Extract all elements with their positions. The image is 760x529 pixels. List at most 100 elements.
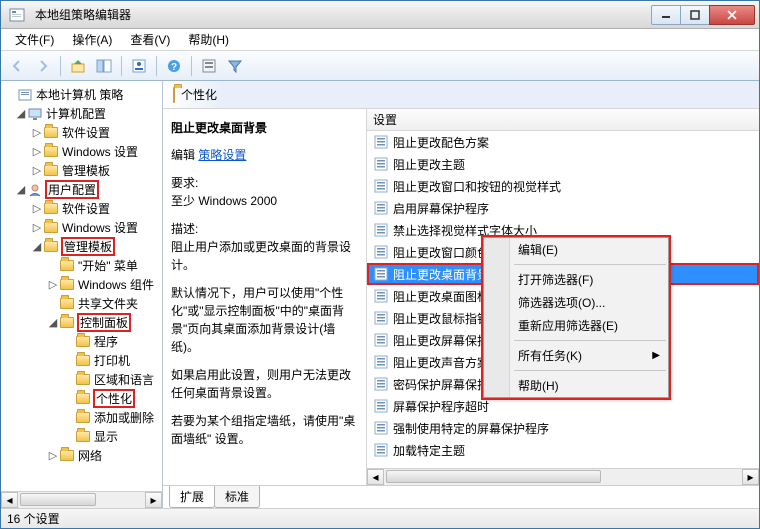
cm-reapply-filter[interactable]: 重新应用筛选器(E) <box>484 314 668 337</box>
tree-windows-components[interactable]: ▷Windows 组件 <box>1 275 162 294</box>
folder-icon <box>59 258 75 274</box>
list-row-label: 阻止更改鼠标指针 <box>393 310 489 327</box>
policy-tree[interactable]: 本地计算机 策略 ◢计算机配置 ▷软件设置 ▷Windows 设置 ▷管理模板 … <box>1 81 162 491</box>
tree-admin-templates[interactable]: ▷管理模板 <box>1 161 162 180</box>
tree-horizontal-scrollbar[interactable]: ◂ ▸ <box>1 491 162 508</box>
menu-help[interactable]: 帮助(H) <box>180 29 237 50</box>
forward-button[interactable] <box>31 54 55 78</box>
tree-programs[interactable]: 程序 <box>1 332 162 351</box>
folder-icon <box>43 201 59 217</box>
list-horizontal-scrollbar[interactable]: ◂ ▸ <box>367 468 759 485</box>
edit-label: 编辑 <box>171 148 195 162</box>
list-row-label: 阻止更改桌面背景 <box>393 266 489 283</box>
minimize-button[interactable] <box>651 5 681 25</box>
tree-network[interactable]: ▷网络 <box>1 446 162 465</box>
list-row[interactable]: 阻止更改主题 <box>367 153 759 175</box>
policy-setting-link[interactable]: 策略设置 <box>198 148 246 162</box>
tree-windows-settings2[interactable]: ▷Windows 设置 <box>1 218 162 237</box>
tree-software-settings2[interactable]: ▷软件设置 <box>1 199 162 218</box>
back-button[interactable] <box>5 54 29 78</box>
list-row[interactable]: 屏幕保护程序超时 <box>367 395 759 417</box>
setting-item-icon <box>373 354 389 370</box>
folder-icon <box>75 410 91 426</box>
tree-personalization[interactable]: 个性化 <box>1 389 162 408</box>
folder-icon <box>75 429 91 445</box>
list-row[interactable]: 强制使用特定的屏幕保护程序 <box>367 417 759 439</box>
tab-extended[interactable]: 扩展 <box>169 486 215 508</box>
menu-view[interactable]: 查看(V) <box>122 29 178 50</box>
requirements-label: 要求: <box>171 176 198 190</box>
tree-control-panel[interactable]: ◢控制面板 <box>1 313 162 332</box>
list-row[interactable]: 阻止更改配色方案 <box>367 131 759 153</box>
list-row[interactable]: 启用屏幕保护程序 <box>367 197 759 219</box>
chevron-right-icon: ▶ <box>652 350 660 361</box>
tree-pane: 本地计算机 策略 ◢计算机配置 ▷软件设置 ▷Windows 设置 ▷管理模板 … <box>1 81 163 508</box>
folder-icon <box>59 296 75 312</box>
scroll-right-button[interactable]: ▸ <box>742 469 759 485</box>
tree-display[interactable]: 显示 <box>1 427 162 446</box>
list-row-label: 强制使用特定的屏幕保护程序 <box>393 420 549 437</box>
show-hide-tree-button[interactable] <box>92 54 116 78</box>
folder-icon <box>75 372 91 388</box>
cm-filter-options[interactable]: 筛选器选项(O)... <box>484 291 668 314</box>
svg-text:?: ? <box>171 62 177 73</box>
tree-software-settings[interactable]: ▷软件设置 <box>1 123 162 142</box>
titlebar: 本地组策略编辑器 <box>1 1 759 29</box>
menubar: 文件(F) 操作(A) 查看(V) 帮助(H) <box>1 29 759 51</box>
window-title: 本地组策略编辑器 <box>33 6 652 23</box>
tree-user-config[interactable]: ◢用户配置 <box>1 180 162 199</box>
tab-standard[interactable]: 标准 <box>214 486 260 508</box>
setting-item-icon <box>373 134 389 150</box>
close-button[interactable] <box>709 5 755 25</box>
list-row-label: 阻止更改窗口和按钮的视觉样式 <box>393 178 561 195</box>
folder-icon <box>59 448 75 464</box>
cm-open-filter[interactable]: 打开筛选器(F) <box>484 268 668 291</box>
tree-admin-templates2[interactable]: ◢管理模板 <box>1 237 162 256</box>
setting-item-icon <box>373 398 389 414</box>
maximize-button[interactable] <box>680 5 710 25</box>
requirements-text: 至少 Windows 2000 <box>171 194 277 208</box>
tree-region[interactable]: 区域和语言 <box>1 370 162 389</box>
status-count: 16 个设置 <box>7 510 60 527</box>
scroll-right-button[interactable]: ▸ <box>145 492 162 508</box>
menu-file[interactable]: 文件(F) <box>7 29 62 50</box>
settings-all-icon[interactable] <box>197 54 221 78</box>
setting-item-icon <box>373 178 389 194</box>
tree-windows-settings[interactable]: ▷Windows 设置 <box>1 142 162 161</box>
filter-icon[interactable] <box>223 54 247 78</box>
setting-item-icon <box>373 200 389 216</box>
description-label: 描述: <box>171 222 198 236</box>
tree-root[interactable]: 本地计算机 策略 <box>1 85 162 104</box>
folder-icon <box>75 391 91 407</box>
cm-edit[interactable]: 编辑(E) <box>484 238 668 261</box>
content-tabs: 扩展 标准 <box>163 486 759 508</box>
description-p4: 若要为某个组指定墙纸，请使用"桌面墙纸" 设置。 <box>171 412 358 448</box>
content-header: 个性化 <box>163 81 759 109</box>
help-icon-toolbar[interactable]: ? <box>162 54 186 78</box>
list-row[interactable]: 阻止更改窗口和按钮的视觉样式 <box>367 175 759 197</box>
list-row-label: 阻止更改桌面图标 <box>393 288 489 305</box>
scroll-left-button[interactable]: ◂ <box>1 492 18 508</box>
list-row[interactable]: 加载特定主题 <box>367 439 759 461</box>
setting-item-icon <box>373 376 389 392</box>
tree-printers[interactable]: 打印机 <box>1 351 162 370</box>
tree-computer-config[interactable]: ◢计算机配置 <box>1 104 162 123</box>
menu-action[interactable]: 操作(A) <box>64 29 120 50</box>
folder-icon <box>59 315 75 331</box>
up-button[interactable] <box>66 54 90 78</box>
tree-add-remove[interactable]: 添加或删除 <box>1 408 162 427</box>
tree-start-menu[interactable]: "开始" 菜单 <box>1 256 162 275</box>
cm-help[interactable]: 帮助(H) <box>484 374 668 397</box>
user-icon <box>27 182 43 198</box>
cm-all-tasks[interactable]: 所有任务(K)▶ <box>484 344 668 367</box>
tree-shared-folders[interactable]: 共享文件夹 <box>1 294 162 313</box>
policy-icon <box>17 87 33 103</box>
list-header[interactable]: 设置 <box>367 109 759 131</box>
folder-icon <box>43 163 59 179</box>
setting-item-icon <box>373 266 389 282</box>
scroll-left-button[interactable]: ◂ <box>367 469 384 485</box>
list-row-label: 屏幕保护程序超时 <box>393 398 489 415</box>
properties-button[interactable] <box>127 54 151 78</box>
scroll-thumb[interactable] <box>20 493 96 506</box>
scroll-thumb[interactable] <box>386 470 601 483</box>
